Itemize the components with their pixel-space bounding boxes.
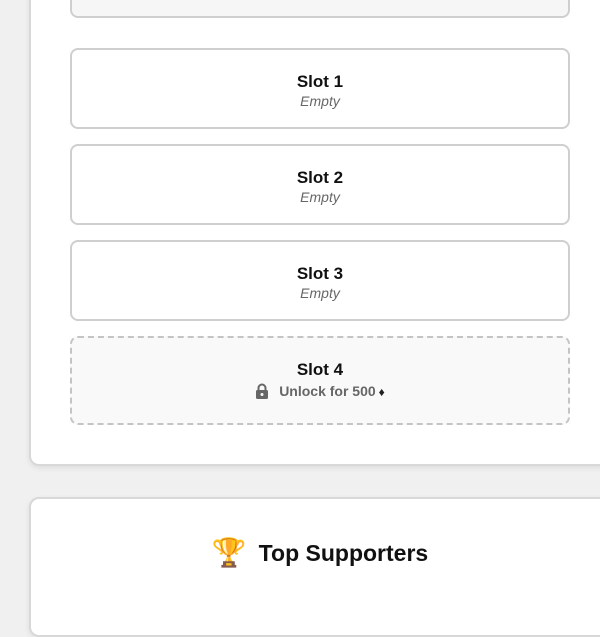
supporters-header: 🏆 Top Supporters xyxy=(0,538,600,568)
slot-status: Empty xyxy=(300,285,340,301)
slot-title: Slot 2 xyxy=(296,168,344,187)
unlock-label: Unlock for 500 ♦ xyxy=(279,383,385,399)
slot-1[interactable]: Slot 1 Empty xyxy=(70,48,570,129)
slot-status: Empty xyxy=(300,93,340,109)
slot-title: Slot 3 xyxy=(296,264,344,283)
lock-icon xyxy=(255,383,269,399)
slot-3[interactable]: Slot 3 Empty xyxy=(70,240,570,321)
slot-2[interactable]: Slot 2 Empty xyxy=(70,144,570,225)
slot-title: Slot 4 xyxy=(296,360,344,379)
diamond-icon: ♦ xyxy=(378,385,385,399)
slot-status: Empty xyxy=(300,189,340,205)
supporters-title: Top Supporters xyxy=(258,539,429,566)
unlock-row: Unlock for 500 ♦ xyxy=(72,383,568,399)
previous-item xyxy=(70,0,570,18)
slot-4-locked[interactable]: Slot 4 Unlock for 500 ♦ xyxy=(70,336,570,425)
slot-title: Slot 1 xyxy=(296,72,344,91)
trophy-icon: 🏆 xyxy=(211,537,247,568)
